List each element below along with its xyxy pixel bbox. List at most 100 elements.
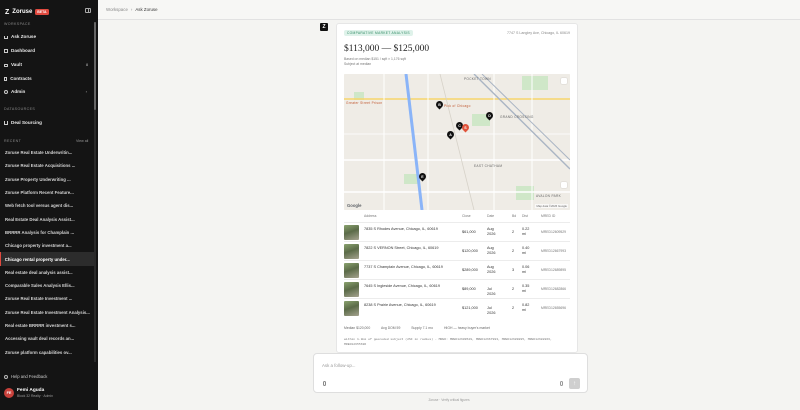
col-header-address: Address: [364, 214, 377, 218]
col-header-mls: MRED ID: [541, 214, 556, 218]
row-mls: MRED12655696: [541, 306, 567, 310]
table-row[interactable]: 7835 S Rhodes Avenue, Chicago, IL, 60619…: [344, 222, 570, 241]
breadcrumb-separator: ›: [130, 7, 133, 12]
map-pin-e[interactable]: E: [417, 171, 428, 182]
row-dist: 0.22 mi: [522, 227, 530, 236]
recent-item[interactable]: Real estate deal analysis assist...: [0, 266, 94, 279]
sidebar-item-dashboard[interactable]: Dashboard: [4, 46, 92, 55]
recent-item[interactable]: BRRRR Analysis for Champlain ...: [0, 226, 94, 239]
row-dist: 0.35 mi: [522, 284, 530, 293]
row-date: Aug 2026: [487, 246, 496, 255]
recent-item[interactable]: Real estate BRRRR investment s...: [0, 319, 94, 332]
col-header-close: Close: [462, 214, 471, 218]
follow-up-input[interactable]: Ask a follow-up... ↑: [313, 353, 588, 393]
row-date: Jul 2026: [487, 287, 496, 296]
map-poi-label: Greater Street Prison: [346, 101, 383, 105]
sidebar-item-label: Deal Sourcing: [11, 120, 42, 125]
vault-count-badge: 8: [86, 62, 88, 67]
row-date: Aug 2026: [487, 227, 496, 236]
sidebar-item-vault[interactable]: Vault 8: [4, 60, 92, 69]
user-profile[interactable]: FE Femi Aguda Block 32 Realty · Admin: [4, 388, 53, 398]
sidebar-collapse-icon[interactable]: [85, 8, 91, 13]
map-label: AVALON PARK: [536, 194, 562, 198]
help-label: Help and Feedback: [11, 374, 48, 379]
sidebar-item-label: Contracts: [10, 76, 32, 81]
help-feedback-link[interactable]: Help and Feedback: [4, 374, 47, 379]
paperclip-icon[interactable]: [323, 381, 326, 386]
datasources-section-label: DATASOURCES: [4, 107, 36, 111]
price-note: Subject at median: [344, 62, 372, 66]
row-date: Aug 2026: [487, 265, 496, 274]
user-name: Femi Aguda: [17, 388, 45, 393]
recent-section-label: RECENT: [4, 139, 22, 143]
row-close: $289,000: [462, 268, 478, 272]
map-label: GRAND CROSSING: [500, 115, 534, 119]
property-thumbnail: [344, 301, 359, 316]
recent-item[interactable]: Zoruse Real Estate Underwritin...: [0, 146, 94, 159]
table-row[interactable]: 7737 S Champlain Avenue, Chicago, IL, 60…: [344, 260, 570, 279]
sidebar-item-admin[interactable]: Admin ›: [4, 87, 92, 96]
row-mls: MRED12682866: [541, 287, 567, 291]
row-address: 8238 S Prairie Avenue, Chicago, IL, 6061…: [364, 303, 436, 307]
recent-item[interactable]: Zoruse platform capabilities ov...: [0, 345, 94, 358]
building-icon: [4, 120, 8, 125]
recent-item[interactable]: Comparable Sales Analysis Ellis...: [0, 279, 94, 292]
row-date: Jul 2026: [487, 306, 496, 315]
breadcrumb: Workspace › Ask Zoruse: [98, 0, 800, 20]
sidebar-item-label: Vault: [11, 62, 22, 67]
comps-map[interactable]: POCKET TOWN GRAND CROSSING EAST CHATHAM …: [344, 74, 570, 210]
summary-median: Median $120,000: [344, 326, 371, 330]
view-all-link[interactable]: View all: [76, 139, 88, 143]
workspace-section-label: WORKSPACE: [4, 22, 31, 26]
breadcrumb-root[interactable]: Workspace: [106, 7, 128, 12]
row-dist: 0.82 mi: [522, 303, 530, 312]
send-button[interactable]: ↑: [569, 378, 580, 389]
recent-item[interactable]: Zoruse Real Estate Investment Analysis..…: [0, 306, 94, 319]
beta-badge: BETA: [35, 9, 49, 15]
recent-item[interactable]: Zoruse Real Estate Acquisitions ...: [0, 159, 94, 172]
sidebar-item-label: Admin: [11, 89, 26, 94]
recent-list: Zoruse Real Estate Underwritin... Zoruse…: [0, 146, 94, 359]
recent-item[interactable]: Accessing vault deal records an...: [0, 332, 94, 345]
map-attribution[interactable]: Map data ©2026 Google: [535, 204, 568, 208]
map-pin-subject[interactable]: S: [460, 122, 471, 133]
recent-item-active[interactable]: Chicago rental property under...: [0, 252, 94, 266]
sidebar-item-label: Ask Zoruse: [11, 34, 37, 39]
map-pin-a[interactable]: A: [445, 129, 456, 140]
row-mls: MRED12609529: [541, 230, 567, 234]
sidebar-item-contracts[interactable]: Contracts: [4, 74, 92, 83]
recent-item[interactable]: Web fetch tool versus agent dis...: [0, 199, 94, 212]
recent-item[interactable]: Chicago property investment a...: [0, 239, 94, 252]
row-beds: 2: [512, 249, 515, 253]
chevron-right-icon: ›: [85, 89, 87, 94]
avatar: FE: [4, 388, 14, 398]
home-icon: [4, 35, 8, 39]
table-row[interactable]: 7645 S Ingleside Avenue, Chicago, IL, 60…: [344, 279, 570, 298]
map-zoom-button[interactable]: [561, 182, 567, 188]
summary-market: HIGH — heavy buyer's market: [443, 326, 490, 330]
property-thumbnail: [344, 282, 359, 297]
map-label: POCKET TOWN: [464, 77, 491, 81]
row-beds: 2: [512, 287, 515, 291]
map-label: EAST CHATHAM: [474, 164, 503, 168]
table-row[interactable]: 7822 S VERNON Street, Chicago, IL, 60619…: [344, 241, 570, 260]
row-dist: 0.06 mi: [522, 265, 530, 274]
sidebar-scrollbar[interactable]: [94, 22, 96, 362]
recent-item[interactable]: Zoruse Platform Recent Feature...: [0, 186, 94, 199]
map-pin-b[interactable]: B: [434, 99, 445, 110]
recent-item[interactable]: Zoruse Real Estate Investment ...: [0, 292, 94, 305]
recent-item[interactable]: Real Estate Deal Analysis Assist...: [0, 212, 94, 225]
map-fullscreen-button[interactable]: [561, 78, 567, 84]
row-close: $61,000: [462, 230, 476, 234]
property-thumbnail: [344, 225, 359, 240]
brand[interactable]: Z Zoruse BETA: [5, 7, 49, 17]
row-address: 7737 S Champlain Avenue, Chicago, IL, 60…: [364, 265, 443, 269]
map-pin-d[interactable]: D: [484, 110, 495, 121]
lock-icon: [4, 63, 8, 67]
table-row[interactable]: 8238 S Prairie Avenue, Chicago, IL, 6061…: [344, 298, 570, 317]
sidebar-item-deal-sourcing[interactable]: Deal Sourcing: [4, 118, 92, 127]
sidebar-item-ask[interactable]: Ask Zoruse: [4, 32, 92, 41]
recent-item[interactable]: Zoruse Property Underwriting ...: [0, 173, 94, 186]
microphone-icon[interactable]: [560, 381, 563, 386]
help-icon: [4, 374, 8, 379]
